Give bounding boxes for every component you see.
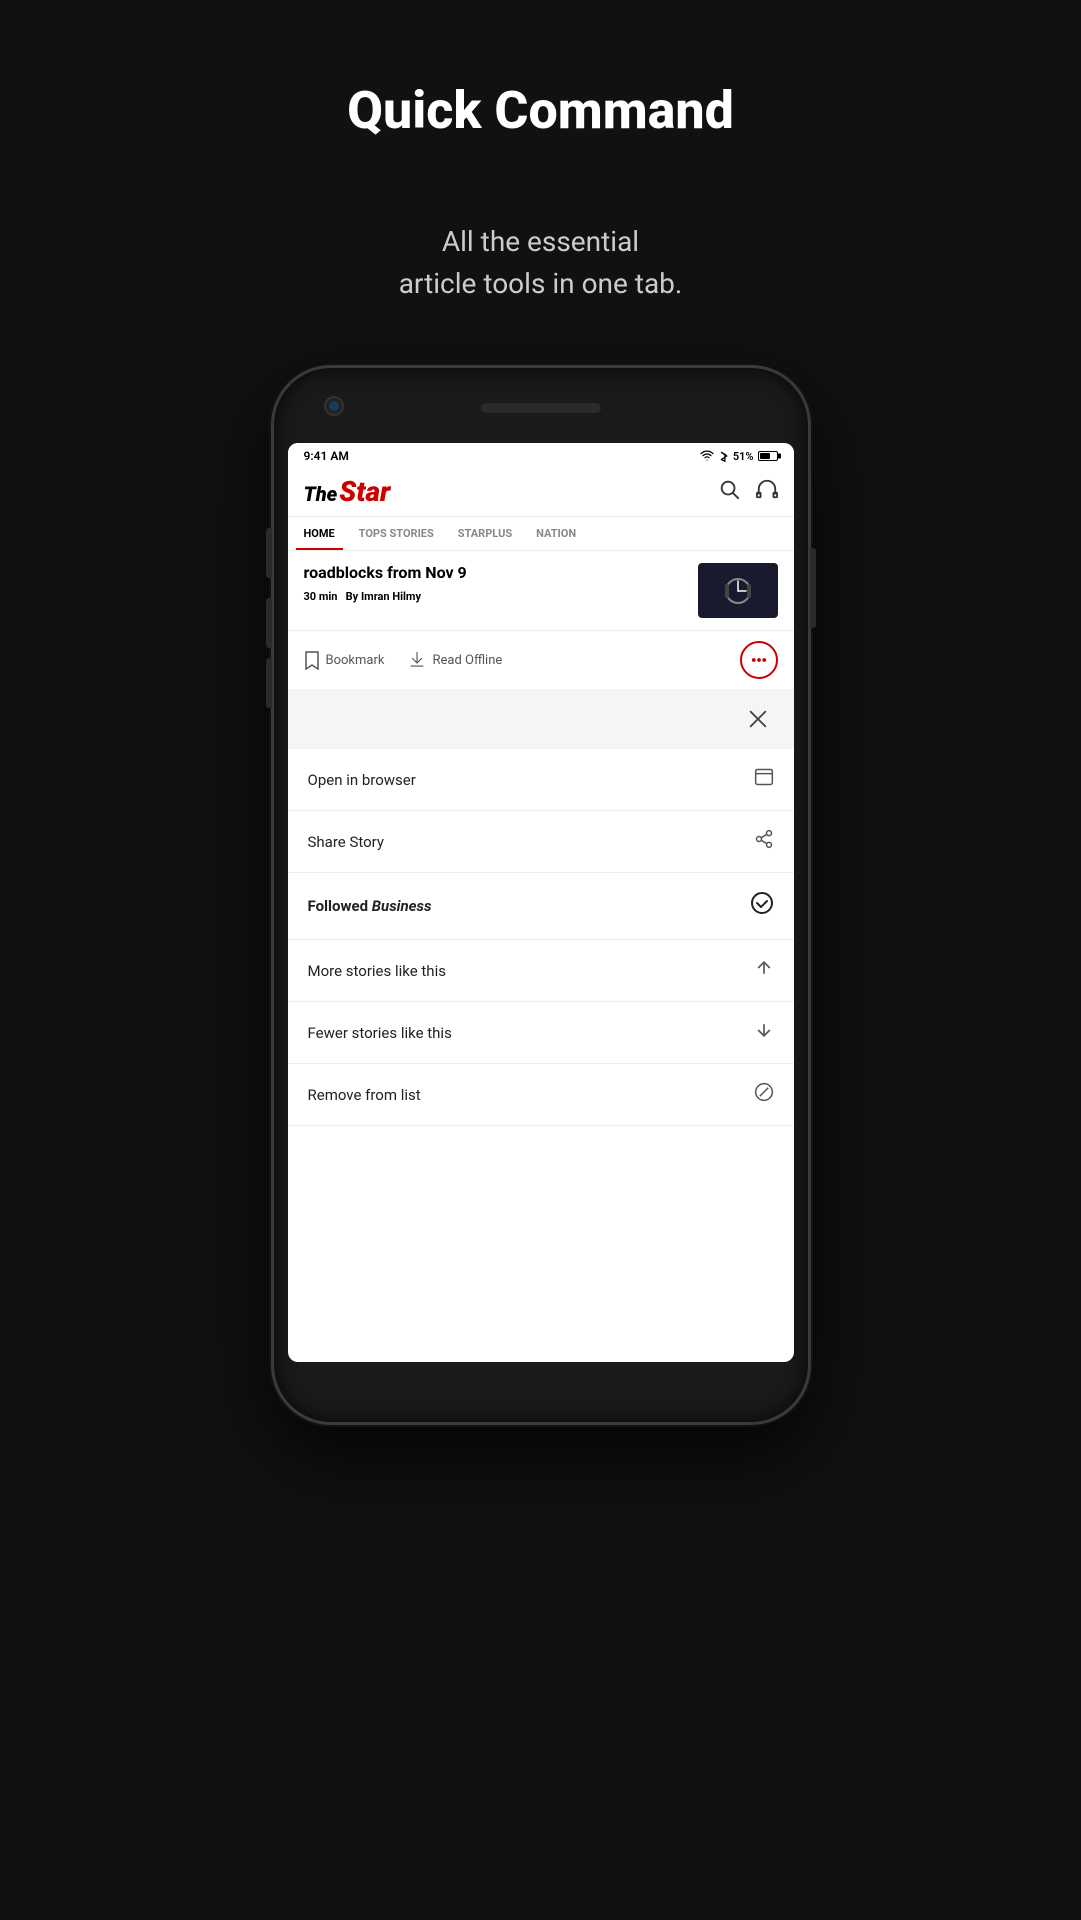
author-name: Imran Hilmy: [361, 590, 421, 603]
app-header: The Star: [288, 467, 794, 517]
battery-fill: [760, 453, 771, 459]
status-icons: 51%: [699, 449, 778, 463]
remove-from-list-label: Remove from list: [308, 1086, 421, 1104]
fewer-stories-label: Fewer stories like this: [308, 1024, 452, 1042]
followed-business-item[interactable]: Followed Business: [288, 873, 794, 940]
bookmark-label: Bookmark: [326, 653, 385, 668]
arrow-up-icon: [754, 958, 774, 983]
download-icon: [408, 651, 426, 669]
bluetooth-icon: [719, 449, 729, 463]
qc-header: [288, 689, 794, 749]
tab-starplus[interactable]: STARPLUS: [450, 517, 520, 550]
article-toolbar: Bookmark Read Offline: [288, 630, 794, 689]
bookmark-button[interactable]: Bookmark: [304, 650, 385, 670]
open-in-browser-label: Open in browser: [308, 771, 416, 789]
more-button[interactable]: [740, 641, 778, 679]
status-bar: 9:41 AM 51%: [288, 443, 794, 467]
more-stories-item[interactable]: More stories like this: [288, 940, 794, 1002]
quick-command-panel: Open in browser Share Story: [288, 689, 794, 1126]
open-in-browser-item[interactable]: Open in browser: [288, 749, 794, 811]
read-time: 30 min: [304, 590, 338, 603]
tab-tops-stories[interactable]: TOPS STORIES: [351, 517, 442, 550]
logo-star: Star: [339, 475, 390, 508]
speaker: [481, 403, 601, 413]
battery-bar: [758, 451, 778, 461]
tab-home[interactable]: HOME: [296, 517, 343, 550]
share-icon: [754, 829, 774, 854]
browser-icon: [754, 767, 774, 792]
status-time: 9:41 AM: [304, 449, 349, 463]
wifi-icon: [699, 450, 715, 462]
logo-the: The: [304, 482, 338, 506]
battery-percent: 51%: [733, 450, 754, 463]
article-preview: roadblocks from Nov 9 30 min By Imran Hi…: [288, 551, 794, 630]
share-story-label: Share Story: [308, 833, 384, 851]
close-icon: [747, 708, 769, 730]
phone-frame: 9:41 AM 51%: [271, 365, 811, 1425]
phone-mockup: 9:41 AM 51%: [271, 365, 811, 1425]
page-title: Quick Command: [347, 80, 734, 141]
article-title: roadblocks from Nov 9: [304, 563, 688, 584]
close-button[interactable]: [742, 703, 774, 735]
cancel-icon: [754, 1082, 774, 1107]
read-offline-button[interactable]: Read Offline: [408, 651, 502, 669]
followed-business-label: Followed Business: [308, 897, 432, 915]
more-dots-icon: [750, 651, 768, 669]
header-icons: [718, 478, 778, 505]
share-story-item[interactable]: Share Story: [288, 811, 794, 873]
phone-screen: 9:41 AM 51%: [288, 443, 794, 1362]
nav-tabs: HOME TOPS STORIES STARPLUS NATION: [288, 517, 794, 551]
arrow-down-icon: [754, 1020, 774, 1045]
search-icon[interactable]: [718, 478, 740, 505]
tab-nation[interactable]: NATION: [528, 517, 584, 550]
article-content: roadblocks from Nov 9 30 min By Imran Hi…: [304, 563, 688, 603]
headphones-icon[interactable]: [756, 478, 778, 505]
more-stories-label: More stories like this: [308, 962, 446, 980]
bookmark-icon: [304, 650, 320, 670]
remove-from-list-item[interactable]: Remove from list: [288, 1064, 794, 1126]
fewer-stories-item[interactable]: Fewer stories like this: [288, 1002, 794, 1064]
article-thumbnail: [698, 563, 778, 618]
page-subtitle: All the essentialarticle tools in one ta…: [399, 221, 683, 305]
author-prefix: By: [346, 590, 359, 603]
read-offline-label: Read Offline: [432, 653, 502, 668]
camera: [324, 396, 344, 416]
checked-icon: [750, 891, 774, 921]
article-meta: 30 min By Imran Hilmy: [304, 590, 688, 603]
logo: The Star: [304, 475, 391, 508]
